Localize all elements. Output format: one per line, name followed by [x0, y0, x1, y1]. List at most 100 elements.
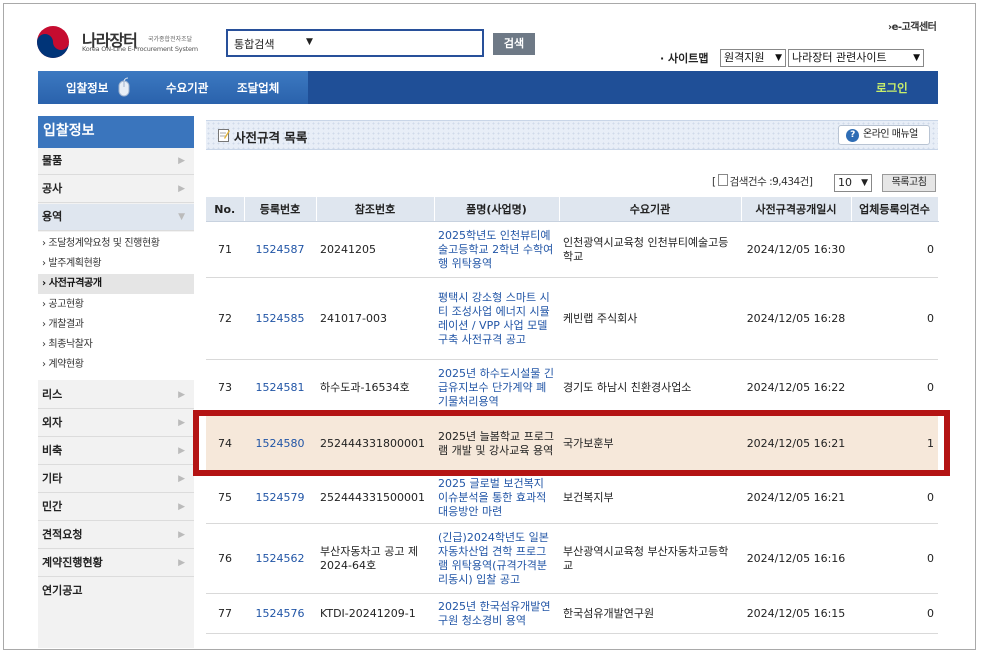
nav-dark-area [308, 71, 938, 104]
cell-no: 76 [206, 523, 244, 594]
cell-opinions: 0 [851, 277, 938, 360]
cell-ref-number: 부산자동차고 공고 제2024-64호 [316, 523, 434, 594]
cell-no: 75 [206, 471, 244, 524]
sidebar-item-contract-progress[interactable]: 계약진행현황 ▶ [38, 550, 194, 577]
related-sites-value: 나라장터 관련사이트 [792, 51, 887, 64]
column-header: 등록번호 [244, 197, 317, 222]
sidebar-item-label: 견적요청 [42, 528, 83, 541]
table-row: 71 1524587 20241205 2025학년도 인천뷰티예술고등학교 2… [206, 221, 938, 278]
sidebar-item-label: 공사 [42, 182, 63, 195]
sidebar-item-stockpile[interactable]: 비축 ▶ [38, 438, 194, 465]
nav-item-agencies[interactable]: 수요기관 [166, 80, 208, 96]
logo-tagline: 국가종합전자조달 [148, 36, 193, 43]
cell-agency: 케빈랩 주식회사 [559, 277, 741, 360]
cell-opinions: 0 [851, 471, 938, 524]
sidebar-item-label: 민간 [42, 500, 63, 513]
cell-item-name-link[interactable]: 평택시 강소형 스마트 시티 조성사업 에너지 시뮬레이션 / VPP 사업 모… [434, 277, 559, 360]
table-row: 76 1524562 부산자동차고 공고 제2024-64호 (긴급)2024학… [206, 523, 938, 594]
sidebar-item-foreign[interactable]: 외자 ▶ [38, 410, 194, 437]
search-button[interactable]: 검색 [493, 33, 535, 55]
highlight-annotation-box [193, 410, 950, 476]
sub-item-opening-results[interactable]: › 개찰결과 [38, 315, 194, 335]
cell-reg-number-link[interactable]: 1524587 [244, 221, 316, 278]
sidebar-item-quote-request[interactable]: 견적요청 ▶ [38, 522, 194, 549]
cell-agency: 보건복지부 [559, 471, 741, 524]
cell-ref-number: 하수도과-16534호 [316, 359, 434, 416]
cell-date: 2024/12/05 16:30 [741, 221, 851, 278]
sub-item-label: 계약현황 [48, 359, 84, 370]
sidebar-item-label: 외자 [42, 416, 63, 429]
cell-no: 71 [206, 221, 244, 278]
login-link[interactable]: 로그인 [876, 80, 908, 96]
column-header: 품명(사업명) [434, 197, 560, 222]
chevron-right-icon: ▶ [178, 558, 185, 568]
cell-date: 2024/12/05 16:15 [741, 593, 851, 634]
sidebar-item-label: 기타 [42, 472, 63, 485]
sidebar-heading: 입찰정보 [38, 116, 194, 148]
cell-agency: 경기도 하남시 친환경사업소 [559, 359, 741, 416]
page-title-bar: 사전규격 목록 ? 온라인 매뉴얼 [206, 120, 938, 150]
sidebar-item-label: 비축 [42, 444, 63, 457]
table-row: 75 1524579 252444331500001 2025 글로벌 보건복지… [206, 471, 938, 524]
refresh-list-button[interactable]: 목록고침 [882, 174, 936, 192]
nav-item-bid-info[interactable]: 입찰정보 [66, 80, 108, 96]
cell-reg-number-link[interactable]: 1524562 [244, 523, 316, 594]
sidebar-item-private[interactable]: 민간 ▶ [38, 494, 194, 521]
chevron-right-icon: ▶ [178, 446, 185, 456]
sitemap-link[interactable]: · 사이트맵 [660, 50, 709, 66]
cell-reg-number-link[interactable]: 1524581 [244, 359, 316, 416]
page-size-select[interactable]: 10 ▼ [834, 174, 872, 192]
search-category-value: 통합검색 [234, 38, 275, 51]
chevron-down-icon: ▼ [861, 178, 868, 188]
sub-item-notices[interactable]: › 공고현황 [38, 295, 194, 315]
customer-center-label: e-고객센터 [891, 22, 937, 33]
page-title: 사전규격 목록 [234, 130, 308, 145]
cell-reg-number-link[interactable]: 1524585 [244, 277, 316, 360]
sub-item-label: 최종낙찰자 [48, 339, 93, 350]
sidebar-item-label: 계약진행현황 [42, 556, 103, 569]
chevron-down-icon: ▼ [178, 212, 185, 222]
online-manual-button[interactable]: ? 온라인 매뉴얼 [838, 125, 930, 145]
chevron-right-icon: ▶ [178, 184, 185, 194]
nav-item-suppliers[interactable]: 조달업체 [237, 80, 279, 96]
sidebar-item-lease[interactable]: 리스 ▶ [38, 382, 194, 409]
sidebar-item-etc[interactable]: 기타 ▶ [38, 466, 194, 493]
mouse-icon [118, 77, 130, 97]
sub-item-final-winner[interactable]: › 최종낙찰자 [38, 335, 194, 355]
logo-subtitle: Korea ON-Line E-Procurement System [82, 45, 198, 53]
sidebar-item-services[interactable]: 용역 ▼ [38, 204, 194, 231]
chevron-right-icon: ▶ [178, 390, 185, 400]
sidebar-item-goods[interactable]: 물품 ▶ [38, 148, 194, 175]
sub-item-pre-spec[interactable]: › 사전규격공개 [38, 274, 194, 294]
logo[interactable]: 나라장터 국가종합전자조달 Korea ON-Line E-Procuremen… [36, 25, 226, 61]
column-header: No. [206, 197, 245, 222]
sidebar-item-label: 용역 [42, 210, 63, 223]
cell-reg-number-link[interactable]: 1524576 [244, 593, 316, 634]
cell-opinions: 0 [851, 359, 938, 416]
column-header: 사전규격공개일시 [741, 197, 852, 222]
chevron-down-icon: ▼ [306, 37, 313, 47]
search-category-select[interactable]: 통합검색 ▼ [226, 29, 484, 57]
related-sites-select[interactable]: 나라장터 관련사이트 ▼ [788, 49, 924, 67]
sidebar-item-postponed[interactable]: 연기공고 [38, 578, 194, 605]
customer-center-link[interactable]: ›e-고객센터 [888, 18, 937, 33]
result-count: [검색건수 :9,434건] [712, 174, 813, 188]
cell-item-name-link[interactable]: 2025학년도 인천뷰티예술고등학교 2학년 수학여행 위탁용역 [434, 221, 559, 278]
cell-date: 2024/12/05 16:22 [741, 359, 851, 416]
cell-item-name-link[interactable]: (긴급)2024학년도 일본 자동차산업 견학 프로그램 위탁용역(규격가격분리… [434, 523, 559, 594]
cell-reg-number-link[interactable]: 1524579 [244, 471, 316, 524]
cell-item-name-link[interactable]: 2025 글로벌 보건복지 이슈분석을 통한 효과적 대응방안 마련 [434, 471, 559, 524]
sub-item-contract-request[interactable]: › 조달청계약요청 및 진행현황 [38, 234, 194, 254]
cell-item-name-link[interactable]: 2025년 한국섬유개발연구원 청소경비 용역 [434, 593, 559, 634]
remote-support-select[interactable]: 원격지원 ▼ [720, 49, 786, 67]
chevron-right-icon: ▶ [178, 156, 185, 166]
sidebar-item-construction[interactable]: 공사 ▶ [38, 176, 194, 203]
page-icon [717, 174, 728, 186]
cell-date: 2024/12/05 16:16 [741, 523, 851, 594]
sidebar: 물품 ▶ 공사 ▶ 용역 ▼ › 조달청계약요청 및 진행현황 › 발주계획현황 › … [38, 148, 194, 648]
column-header: 참조번호 [316, 197, 435, 222]
sub-item-order-plan[interactable]: › 발주계획현황 [38, 254, 194, 274]
sidebar-item-label: 연기공고 [42, 584, 83, 597]
sub-item-contracts[interactable]: › 계약현황 [38, 355, 194, 375]
cell-item-name-link[interactable]: 2025년 하수도시설물 긴급유지보수 단가계약 폐기물처리용역 [434, 359, 559, 416]
